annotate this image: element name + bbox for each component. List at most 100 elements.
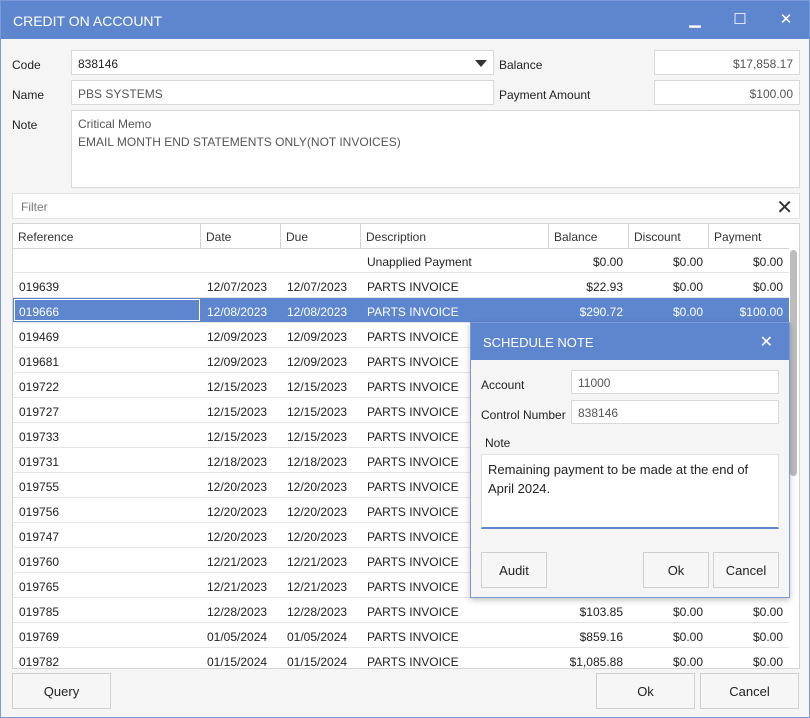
cell-payment: $100.00 [739, 305, 783, 319]
filter-input[interactable]: Filter ✕ [12, 193, 800, 219]
cell-reference: 019639 [19, 280, 60, 294]
table-row[interactable]: 019769 01/05/2024 01/05/2024 PARTS INVOICE $… [13, 623, 789, 648]
cell-discount: $0.00 [672, 255, 703, 269]
close-icon[interactable]: ✕ [775, 10, 797, 30]
account-label: Account [481, 378, 525, 392]
table-row[interactable]: 019666 12/08/2023 12/08/2023 PARTS INVOICE $… [13, 298, 789, 323]
cell-due: 12/07/2023 [287, 280, 348, 294]
dialog-cancel-button[interactable]: Cancel [713, 552, 779, 588]
cell-reference: 019469 [19, 330, 60, 344]
audit-button[interactable]: Audit [481, 552, 547, 588]
dialog-title-bar: SCHEDULE NOTE ✕ [471, 323, 789, 360]
cell-reference: 019681 [19, 355, 60, 369]
payment-amount-value: $100.00 [749, 87, 793, 101]
column-header-due[interactable]: Due [281, 224, 361, 248]
dialog-close-icon[interactable]: ✕ [760, 332, 773, 352]
balance-label: Balance [499, 58, 543, 72]
cell-due: 12/15/2023 [287, 380, 348, 394]
column-header-balance[interactable]: Balance [549, 224, 629, 248]
minimize-icon[interactable]: ▁ [684, 10, 706, 30]
cell-due: 12/09/2023 [287, 330, 348, 344]
cell-date: 12/07/2023 [207, 280, 268, 294]
cell-date: 12/09/2023 [207, 355, 268, 369]
schedule-note-dialog: SCHEDULE NOTE ✕ Account 11000 Control Nu… [470, 322, 790, 598]
cell-reference: 019666 [19, 305, 60, 319]
cell-reference: 019747 [19, 530, 60, 544]
cell-due: 12/20/2023 [287, 480, 348, 494]
cell-reference: 019769 [19, 630, 60, 644]
cell-description: PARTS INVOICE [367, 655, 459, 669]
table-row[interactable]: Unapplied Payment $0.00 $0.00 $0.00 [13, 248, 789, 273]
cell-discount: $0.00 [672, 605, 703, 619]
chevron-down-icon[interactable] [475, 60, 487, 67]
cell-date: 12/15/2023 [207, 405, 268, 419]
cell-due: 12/21/2023 [287, 555, 348, 569]
cell-date: 12/18/2023 [207, 455, 268, 469]
column-header-date[interactable]: Date [201, 224, 281, 248]
cell-payment: $0.00 [752, 630, 783, 644]
cell-payment: $0.00 [752, 255, 783, 269]
cell-discount: $0.00 [672, 305, 703, 319]
balance-field: $17,858.17 [654, 50, 800, 75]
cell-reference: 019760 [19, 555, 60, 569]
cell-due: 01/05/2024 [287, 630, 348, 644]
vertical-scrollbar[interactable] [790, 250, 797, 476]
table-row[interactable]: 019785 12/28/2023 12/28/2023 PARTS INVOICE $… [13, 598, 789, 623]
account-field[interactable]: 11000 [571, 370, 779, 394]
cell-description: PARTS INVOICE [367, 280, 459, 294]
cell-balance: $103.85 [579, 605, 623, 619]
payment-amount-field[interactable]: $100.00 [654, 80, 800, 105]
table-row[interactable]: 019782 01/15/2024 01/15/2024 PARTS INVOICE $… [13, 648, 789, 669]
grid-header: Reference Date Due Description Balance D… [13, 224, 789, 249]
cell-balance: $859.16 [579, 630, 623, 644]
dialog-ok-button[interactable]: Ok [643, 552, 709, 588]
column-header-description[interactable]: Description [361, 224, 549, 248]
note-field[interactable]: Critical Memo EMAIL MONTH END STATEMENTS… [71, 110, 800, 188]
name-value: PBS SYSTEMS [78, 87, 163, 101]
control-number-label: Control Number [481, 408, 566, 422]
cell-due: 12/28/2023 [287, 605, 348, 619]
cancel-button[interactable]: Cancel [700, 673, 799, 709]
cell-date: 12/20/2023 [207, 530, 268, 544]
cell-reference: 019755 [19, 480, 60, 494]
name-field[interactable]: PBS SYSTEMS [71, 80, 494, 105]
table-row[interactable]: 019639 12/07/2023 12/07/2023 PARTS INVOICE $… [13, 273, 789, 298]
ok-button[interactable]: Ok [596, 673, 695, 709]
cell-date: 12/21/2023 [207, 555, 268, 569]
balance-value: $17,858.17 [732, 57, 793, 71]
dialog-note-label: Note [485, 436, 511, 450]
cell-date: 12/28/2023 [207, 605, 268, 619]
cell-balance: $290.72 [579, 305, 623, 319]
control-number-field[interactable]: 838146 [571, 400, 779, 424]
cell-description: PARTS INVOICE [367, 305, 459, 319]
credit-on-account-window: CREDIT ON ACCOUNT ▁ ☐ ✕ Code 838146 Name… [0, 0, 810, 718]
dialog-note-textarea[interactable]: Remaining payment to be made at the end … [481, 454, 779, 529]
maximize-icon[interactable]: ☐ [729, 10, 751, 30]
filter-placeholder: Filter [21, 200, 48, 214]
column-header-discount[interactable]: Discount [629, 224, 709, 248]
name-label: Name [12, 88, 45, 102]
window-title: CREDIT ON ACCOUNT [13, 13, 163, 29]
cell-reference: 019733 [19, 430, 60, 444]
clear-filter-icon[interactable]: ✕ [776, 195, 793, 220]
cell-date: 01/15/2024 [207, 655, 268, 669]
cell-reference: 019731 [19, 455, 60, 469]
cell-discount: $0.00 [672, 280, 703, 294]
cell-due: 12/09/2023 [287, 355, 348, 369]
cell-discount: $0.00 [672, 655, 703, 669]
code-dropdown[interactable]: 838146 [71, 50, 494, 75]
code-value: 838146 [78, 57, 119, 71]
payment-amount-label: Payment Amount [499, 88, 591, 102]
column-header-reference[interactable]: Reference [13, 224, 201, 248]
cell-due: 12/08/2023 [287, 305, 348, 319]
cell-reference: 019727 [19, 405, 60, 419]
control-number-value: 838146 [578, 406, 619, 420]
query-button[interactable]: Query [12, 673, 111, 709]
cell-reference: 019782 [19, 655, 60, 669]
title-bar: CREDIT ON ACCOUNT ▁ ☐ ✕ [1, 1, 809, 39]
cell-balance: $1,085.88 [569, 655, 623, 669]
column-header-payment[interactable]: Payment [709, 224, 789, 248]
cell-date: 12/20/2023 [207, 480, 268, 494]
cell-due: 12/15/2023 [287, 430, 348, 444]
cell-reference: 019722 [19, 380, 60, 394]
